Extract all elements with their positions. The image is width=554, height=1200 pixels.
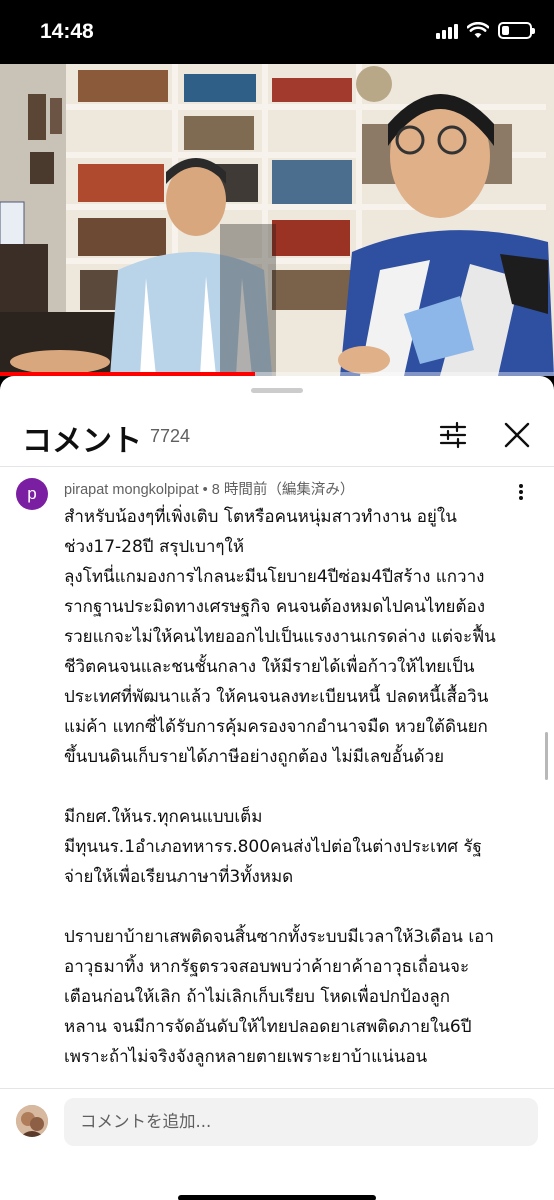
- comment-line: สำหรับน้องๆที่เพิ่งเติบ โตหรือคนหนุ่มสาว…: [64, 507, 457, 527]
- comments-header: コメント 7724: [0, 406, 554, 466]
- status-icons: [436, 22, 535, 39]
- scrollbar[interactable]: [545, 732, 548, 780]
- video-frame: [0, 64, 554, 376]
- comment-meta: pirapat mongkolpipat • 8 時間前（編集済み）: [64, 478, 354, 499]
- battery-icon: [498, 22, 535, 39]
- sliders-icon: [439, 421, 467, 449]
- drag-handle[interactable]: [251, 388, 303, 393]
- cellular-signal-icon: [436, 23, 458, 39]
- comment-line: มีทุนนร.1อำเภอทหารร.800คนส่งไปต่อในต่างป…: [64, 837, 482, 857]
- comment-line: ช่วง17-28ปี สรุปเบาๆให้: [64, 537, 245, 557]
- close-button[interactable]: [500, 418, 534, 452]
- home-indicator: [178, 1195, 376, 1200]
- comment-line: แม่ค้า แทกซี่ได้รับการคุ้มครองจากอำนาจมื…: [64, 717, 488, 737]
- sort-filter-button[interactable]: [436, 418, 470, 452]
- my-avatar: [16, 1105, 48, 1137]
- comment-text: สำหรับน้องๆที่เพิ่งเติบ โตหรือคนหนุ่มสาว…: [64, 502, 528, 1088]
- comment-paragraph: มีกยศ.ให้นร.ทุกคนแบบเต็มมีทุนนร.1อำเภอทห…: [64, 802, 528, 892]
- avatar[interactable]: p: [16, 478, 48, 510]
- comments-count: 7724: [150, 426, 191, 446]
- comment-composer: コメントを追加...: [0, 1088, 554, 1200]
- more-vert-icon: [508, 484, 534, 500]
- add-comment-input[interactable]: コメントを追加...: [64, 1098, 538, 1146]
- comment-line: ปราบยาบ้ายาเสพติดจนสิ้นซากทั้งระบบมีเวลา…: [64, 927, 494, 947]
- comment-author[interactable]: pirapat mongkolpipat: [64, 482, 199, 498]
- comment-line: จ่ายให้เพื่อเรียนภาษาที่3ทั้งหมด: [64, 867, 294, 887]
- comment-line: รากฐานประมิดทางเศรษฐกิจ คนจนต้องหมดไปคนไ…: [64, 597, 486, 617]
- comment-line: ลุงโทนี่แกมองการไกลนะมีนโยบาย4ปีซ่อม4ปีส…: [64, 567, 485, 587]
- comment-line: ประเทศที่พัฒนาแล้ว ให้คนจนลงทะเบียนหนี้ …: [64, 687, 489, 707]
- comment-line: เตือนก่อนให้เลิก ถ้าไม่เลิกเก็บเรียบ โหด…: [64, 987, 451, 1007]
- comments-sheet: コメント 7724 p pirapat mongkolpipat • 8 時間前…: [0, 376, 554, 1200]
- video-player[interactable]: [0, 64, 554, 376]
- comment-line: รวยแกจะไม่ให้คนไทยออกไปเป็นแรงงานเกรดล่า…: [64, 627, 496, 647]
- comment-line: ชีวิตคนจนและชนชั้นกลาง ให้มีรายได้เพื่อก…: [64, 657, 475, 677]
- comment-line: หลาน จนมีการจัดอันดับให้ไทยปลอดยาเสพติดภ…: [64, 1017, 472, 1037]
- comment-line: เพราะถ้าไม่จริงจังลูกหลายตายเพราะยาบ้าแน…: [64, 1047, 428, 1067]
- wifi-icon: [467, 22, 489, 38]
- comment-paragraph: สำหรับน้องๆที่เพิ่งเติบ โตหรือคนหนุ่มสาว…: [64, 502, 528, 772]
- header-divider: [0, 466, 554, 467]
- comment-paragraph: ปราบยาบ้ายาเสพติดจนสิ้นซากทั้งระบบมีเวลา…: [64, 922, 528, 1072]
- status-time: 14:48: [40, 20, 94, 43]
- status-bar: 14:48: [0, 0, 554, 64]
- comment-thread: p pirapat mongkolpipat • 8 時間前（編集済み） สำห…: [0, 468, 554, 1088]
- comment-time: • 8 時間前（編集済み）: [202, 482, 355, 498]
- comment-line: มีกยศ.ให้นร.ทุกคนแบบเต็ม: [64, 807, 263, 827]
- comments-title: コメント: [22, 424, 142, 459]
- comment-line: อาวุธมาทิ้ง หากรัฐตรวจสอบพบว่าค้ายาค้าอา…: [64, 957, 470, 977]
- comment-line: ขึ้นบนดินเก็บรายได้ภาษีอย่างถูกต้อง ไม่ม…: [64, 747, 445, 767]
- close-icon: [504, 422, 530, 448]
- battery-level: [502, 26, 510, 35]
